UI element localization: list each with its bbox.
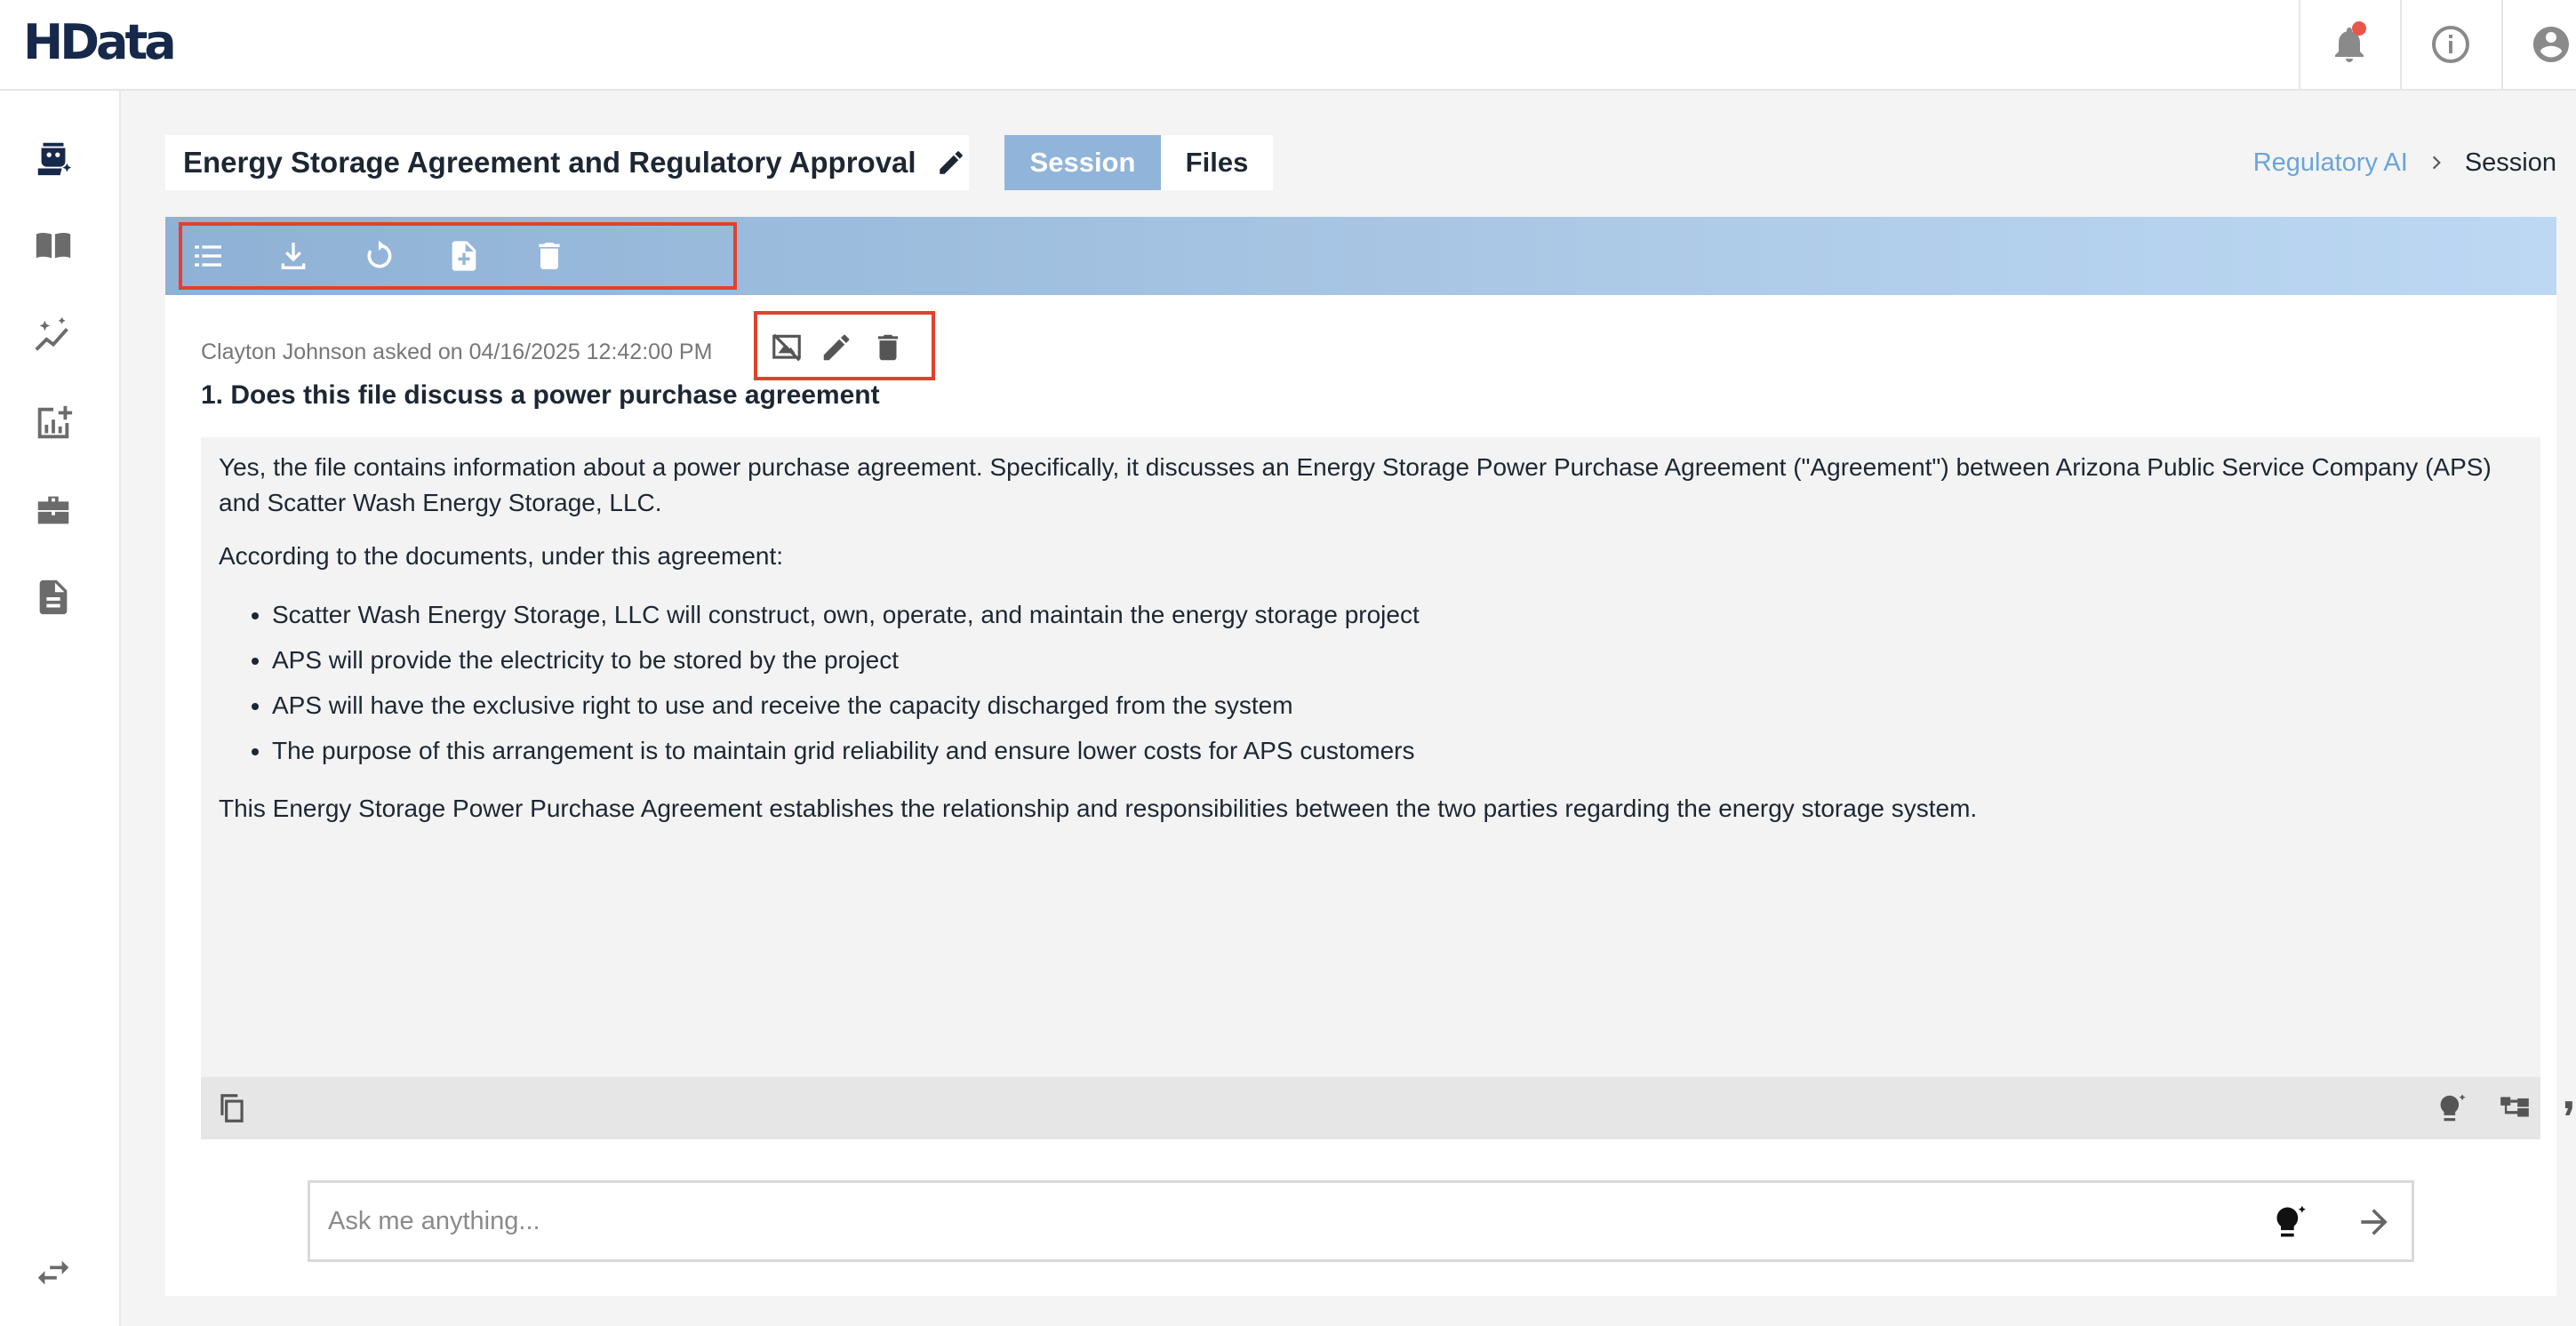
swap-icon	[37, 1260, 69, 1285]
tab-files[interactable]: Files	[1161, 135, 1273, 190]
hdata-logo[interactable]: HData	[23, 16, 177, 69]
toolbox-icon	[37, 496, 69, 524]
notification-dot	[2352, 21, 2366, 36]
list-item: Scatter Wash Energy Storage, LLC will co…	[272, 592, 2521, 637]
sidebar-item-regulatory-ai[interactable]	[32, 137, 75, 180]
answer-bullet-list: Scatter Wash Energy Storage, LLC will co…	[272, 592, 2521, 773]
list-item: APS will have the exclusive right to use…	[272, 683, 2521, 728]
trash-icon	[539, 243, 560, 269]
account-icon	[2533, 27, 2569, 62]
sidebar-item-switch[interactable]	[32, 1251, 75, 1294]
answer-paragraph: According to the documents, under this a…	[219, 542, 784, 570]
sidebar-item-library[interactable]	[32, 224, 75, 267]
answer-paragraph: Yes, the file contains information about…	[219, 453, 2492, 516]
download-button[interactable]	[276, 238, 311, 274]
new-file-icon	[452, 241, 476, 271]
answer-card: Yes, the file contains information about…	[201, 437, 2572, 1139]
answer-body: Yes, the file contains information about…	[219, 450, 2521, 844]
list-questions-button[interactable]	[190, 238, 226, 274]
hierarchy-icon	[2500, 1097, 2529, 1117]
session-panel: Clayton Johnson asked on 04/16/2025 12:4…	[165, 217, 2572, 1296]
delete-question-button[interactable]	[871, 331, 905, 364]
sidebar-item-insights[interactable]	[32, 315, 75, 357]
lightbulb-sparkle-icon	[2276, 1205, 2306, 1237]
breadcrumb: Regulatory AI Session	[2253, 142, 2556, 183]
image-off-icon	[772, 333, 801, 362]
view-tabs: Session Files	[1004, 135, 1273, 190]
account-button[interactable]	[2501, 0, 2576, 89]
list-item: APS will provide the electricity to be s…	[272, 637, 2521, 683]
download-icon	[281, 243, 306, 269]
top-bar: HData	[0, 0, 2576, 91]
regulatory-ai-bot-icon	[37, 142, 72, 176]
pencil-icon	[823, 334, 850, 361]
chevron-right-icon	[2432, 156, 2441, 170]
hide-image-button[interactable]	[770, 331, 804, 364]
breadcrumb-regulatory-ai[interactable]: Regulatory AI	[2253, 148, 2408, 178]
tab-session[interactable]: Session	[1004, 135, 1161, 190]
question-meta: Clayton Johnson asked on 04/16/2025 12:4…	[201, 339, 713, 364]
document-icon	[39, 579, 68, 615]
new-file-button[interactable]	[446, 238, 482, 274]
trash-icon	[877, 334, 899, 361]
page-title: Energy Storage Agreement and Regulatory …	[183, 146, 916, 179]
send-button[interactable]	[2355, 1202, 2394, 1242]
notifications-button[interactable]	[2299, 0, 2398, 89]
question-text: 1. Does this file discuss a power purcha…	[201, 380, 880, 410]
session-title-card: Energy Storage Agreement and Regulatory …	[165, 135, 969, 190]
analytics-icon	[37, 405, 73, 439]
refresh-icon	[367, 240, 392, 268]
session-toolbar	[165, 217, 2556, 295]
refresh-button[interactable]	[361, 238, 396, 274]
quote-icon	[2564, 1101, 2572, 1115]
answer-actions-bar	[201, 1077, 2572, 1139]
info-button[interactable]	[2400, 0, 2500, 89]
list-item: The purpose of this arrangement is to ma…	[272, 728, 2521, 773]
info-icon	[2432, 26, 2469, 63]
citations-button[interactable]	[2558, 1091, 2576, 1125]
source-tree-button[interactable]	[2498, 1091, 2532, 1125]
ask-input[interactable]	[328, 1199, 2284, 1243]
book-icon	[36, 232, 71, 259]
delete-session-button[interactable]	[532, 238, 567, 274]
ask-suggestions-button[interactable]	[2271, 1202, 2310, 1242]
list-icon	[195, 245, 221, 267]
lightbulb-sparkle-icon	[2440, 1094, 2466, 1122]
copy-icon	[220, 1094, 244, 1122]
sidebar-item-analytics[interactable]	[32, 402, 75, 444]
edit-question-button[interactable]	[820, 331, 853, 364]
ask-box	[308, 1180, 2414, 1262]
edit-title-icon[interactable]	[936, 148, 966, 178]
sparkle-chart-icon	[35, 316, 68, 351]
breadcrumb-current: Session	[2464, 148, 2556, 177]
suggestions-button[interactable]	[2436, 1091, 2469, 1125]
answer-paragraph: This Energy Storage Power Purchase Agree…	[219, 795, 1978, 822]
sidebar-item-tools[interactable]	[32, 489, 75, 531]
copy-answer-button[interactable]	[215, 1091, 249, 1125]
sidebar	[0, 91, 121, 1326]
sidebar-item-documents[interactable]	[32, 576, 75, 619]
arrow-right-icon	[2361, 1209, 2388, 1235]
